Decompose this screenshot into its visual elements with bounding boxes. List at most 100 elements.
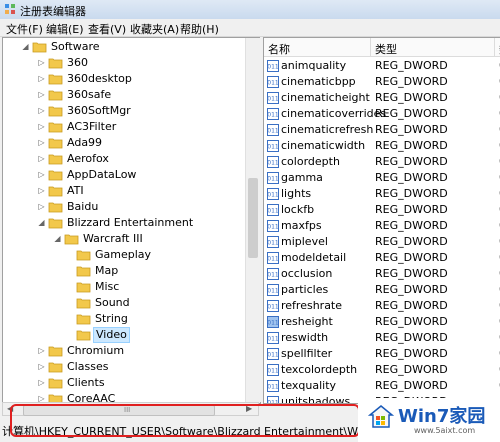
value-name: lockfb: [281, 203, 315, 216]
tree-item-label: Aerofox: [67, 152, 109, 165]
value-row[interactable]: 011cinematicrefreshREG_DWORD0: [264, 122, 500, 138]
svg-text:011: 011: [267, 224, 279, 231]
menu-help[interactable]: 帮助(H): [180, 21, 219, 37]
value-name: gamma: [281, 171, 323, 184]
win7-home-logo-icon: [368, 405, 394, 428]
value-row[interactable]: 011miplevelREG_DWORD0: [264, 234, 500, 250]
menu-file[interactable]: 文件(F): [6, 21, 43, 37]
expand-arrow-icon[interactable]: ▷: [37, 343, 46, 359]
values-list[interactable]: 名称 类型 数 011animqualityREG_DWORD0011cinem…: [263, 37, 500, 404]
value-type: REG_DWORD: [375, 267, 448, 280]
value-row[interactable]: 011particlesREG_DWORD0: [264, 282, 500, 298]
expand-arrow-icon[interactable]: ▷: [37, 55, 46, 71]
svg-text:011: 011: [267, 96, 279, 103]
value-type: REG_DWORD: [375, 219, 448, 232]
collapse-arrow-icon[interactable]: ◢: [37, 215, 46, 231]
scroll-right-icon[interactable]: ▶: [246, 404, 252, 413]
column-name[interactable]: 名称: [268, 41, 290, 57]
tree-item-label: 360SoftMgr: [67, 104, 131, 117]
folder-icon: [48, 362, 63, 373]
folder-icon: [48, 186, 63, 197]
value-row[interactable]: 011modeldetailREG_DWORD0: [264, 250, 500, 266]
expand-arrow-icon[interactable]: ▷: [37, 87, 46, 103]
value-type: REG_DWORD: [375, 235, 448, 248]
value-row[interactable]: 011maxfpsREG_DWORD0: [264, 218, 500, 234]
value-type: REG_DWORD: [375, 107, 448, 120]
value-row[interactable]: 011texqualityREG_DWORD0: [264, 378, 500, 394]
svg-text:011: 011: [267, 384, 279, 391]
expand-arrow-icon[interactable]: ▷: [37, 103, 46, 119]
tree-scrollbar[interactable]: [245, 38, 260, 403]
expand-arrow-icon[interactable]: ▷: [37, 71, 46, 87]
watermark-name: Win7家园: [398, 406, 486, 427]
expand-arrow-icon[interactable]: ▷: [37, 183, 46, 199]
tree-item-label: Classes: [67, 360, 109, 373]
value-type: REG_DWORD: [375, 139, 448, 152]
svg-text:011: 011: [267, 288, 279, 295]
expand-arrow-icon[interactable]: ▷: [37, 119, 46, 135]
value-row[interactable]: 011cinematicoverridesREG_DWORD0: [264, 106, 500, 122]
expand-arrow-icon[interactable]: ▷: [37, 199, 46, 215]
column-divider[interactable]: [370, 38, 371, 56]
menu-favorites[interactable]: 收藏夹(A): [130, 21, 179, 37]
folder-icon: [76, 298, 91, 309]
menu-view[interactable]: 查看(V): [88, 21, 126, 37]
value-row[interactable]: 011refreshrateREG_DWORD0: [264, 298, 500, 314]
reg-dword-icon: 011: [267, 396, 279, 403]
value-name: cinematicrefresh: [281, 123, 374, 136]
folder-icon: [48, 90, 63, 101]
tree-item-label: Chromium: [67, 344, 125, 357]
value-type: REG_DWORD: [375, 123, 448, 136]
reg-dword-icon: 011: [267, 76, 279, 88]
registry-tree[interactable]: ◢ Software ▷ 360 ▷ 360desktop ▷ 360safe ▷ 360Soft…: [2, 37, 261, 404]
reg-dword-icon: 011: [267, 316, 279, 328]
folder-icon: [48, 346, 63, 357]
folder-icon: [48, 106, 63, 117]
value-row[interactable]: 011colordepthREG_DWORD0: [264, 154, 500, 170]
expand-arrow-icon[interactable]: ▷: [37, 167, 46, 183]
expand-arrow-icon[interactable]: ▷: [37, 375, 46, 391]
reg-dword-icon: 011: [267, 268, 279, 280]
value-name: resheight: [281, 315, 333, 328]
menu-edit[interactable]: 编辑(E): [46, 21, 84, 37]
value-type: REG_DWORD: [375, 171, 448, 184]
value-row[interactable]: 011lightsREG_DWORD0: [264, 186, 500, 202]
tree-horizontal-scrollbar[interactable]: ◀ III ▶: [2, 402, 259, 416]
value-name: cinematicwidth: [281, 139, 366, 152]
horizontal-scroll-thumb[interactable]: III: [23, 405, 215, 416]
column-type[interactable]: 类型: [375, 41, 397, 57]
expand-arrow-icon[interactable]: ▷: [37, 135, 46, 151]
column-divider[interactable]: [494, 38, 495, 56]
value-row[interactable]: 011spellfilterREG_DWORD0: [264, 346, 500, 362]
value-row[interactable]: 011occlusionREG_DWORD0: [264, 266, 500, 282]
value-row[interactable]: 011cinematicwidthREG_DWORD0: [264, 138, 500, 154]
tree-item-label: String: [95, 312, 128, 325]
tree-item-label: Ada99: [67, 136, 103, 149]
collapse-arrow-icon[interactable]: ◢: [53, 231, 62, 247]
value-type: REG_DWORD: [375, 91, 448, 104]
svg-text:011: 011: [267, 80, 279, 87]
folder-icon: [48, 378, 63, 389]
value-row[interactable]: 011animqualityREG_DWORD0: [264, 58, 500, 74]
value-row[interactable]: 011cinematicbppREG_DWORD0: [264, 74, 500, 90]
value-name: lights: [281, 187, 312, 200]
expand-arrow-icon[interactable]: ▷: [37, 359, 46, 375]
value-name: reswidth: [281, 331, 329, 344]
value-row[interactable]: 011gammaREG_DWORD0: [264, 170, 500, 186]
folder-icon: [76, 314, 91, 325]
value-name: animquality: [281, 59, 347, 72]
tree-item-label: Misc: [95, 280, 120, 293]
expand-arrow-icon[interactable]: ▷: [37, 151, 46, 167]
value-row[interactable]: 011cinematicheightREG_DWORD0: [264, 90, 500, 106]
collapse-arrow-icon[interactable]: ◢: [21, 39, 30, 55]
open-folder-icon: [64, 234, 79, 245]
scroll-left-icon[interactable]: ◀: [7, 404, 13, 413]
value-row[interactable]: 011lockfbREG_DWORD0: [264, 202, 500, 218]
value-row[interactable]: 011resheightREG_DWORD0: [264, 314, 500, 330]
value-row[interactable]: 011reswidthREG_DWORD0: [264, 330, 500, 346]
value-type: REG_DWORD: [375, 299, 448, 312]
tree-scroll-thumb[interactable]: [248, 178, 258, 258]
tree-item-label: Software: [51, 40, 100, 53]
value-row[interactable]: 011texcolordepthREG_DWORD0: [264, 362, 500, 378]
svg-text:011: 011: [267, 176, 279, 183]
